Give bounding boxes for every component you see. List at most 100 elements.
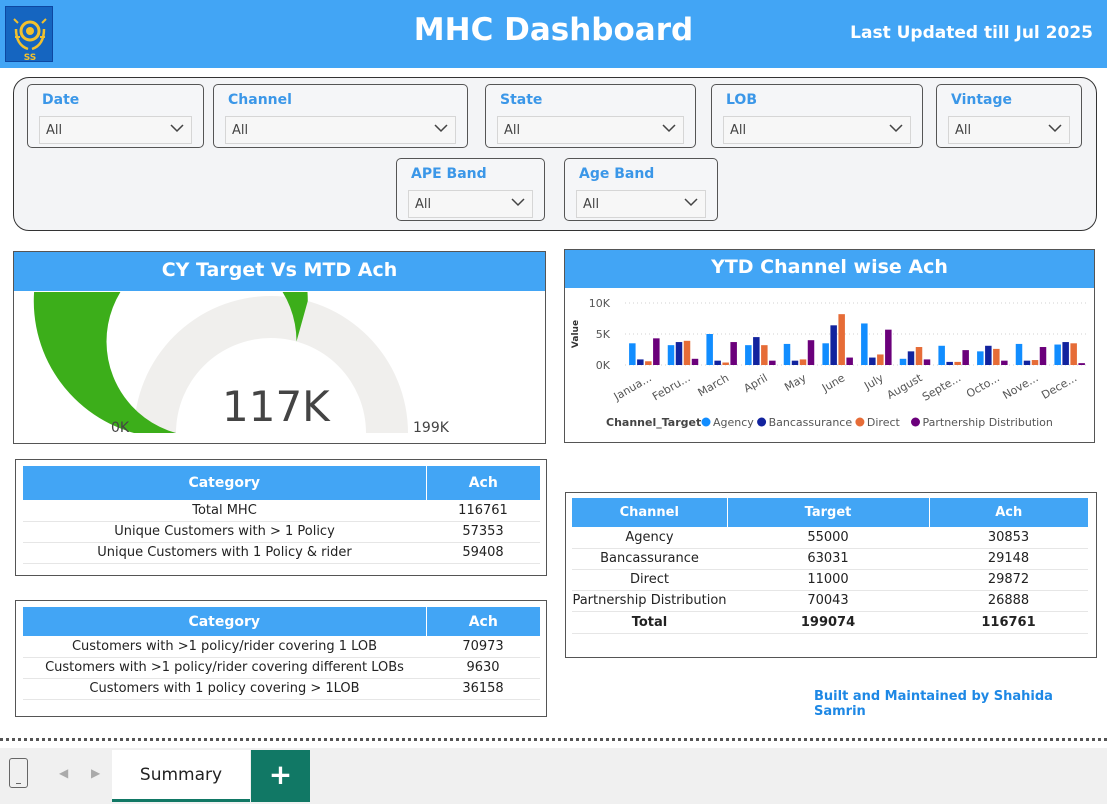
bar-partnership-distribution [1039, 347, 1047, 365]
table-row[interactable]: Agency 55000 30853 [572, 527, 1088, 549]
column-header-ach[interactable]: Ach [426, 607, 540, 636]
x-tick-label: Febru... [650, 371, 692, 403]
date-dropdown[interactable]: All [39, 116, 192, 144]
state-dropdown[interactable]: All [497, 116, 684, 144]
table-cell: Total MHC [23, 500, 426, 522]
bar-partnership-distribution [1001, 360, 1008, 365]
bar-bancassurance [675, 342, 683, 365]
slicer-value: All [583, 197, 600, 212]
bar-direct [645, 361, 652, 365]
total-row[interactable]: Total 199074 116761 [572, 610, 1088, 634]
table-cell: Partnership Distribution [572, 590, 727, 612]
y-axis-label: Value [571, 320, 581, 348]
age-band-dropdown[interactable]: All [576, 190, 706, 218]
add-page-button[interactable]: + [251, 750, 310, 802]
bar-bancassurance [830, 325, 837, 365]
footer-divider [0, 738, 1107, 741]
table-cell: 29148 [929, 548, 1088, 570]
bar-partnership-distribution [1078, 363, 1085, 365]
table-row[interactable]: Unique Customers with 1 Policy & rider 59… [23, 542, 540, 564]
slicer-state: State All [485, 84, 696, 148]
slicer-value: All [504, 123, 521, 138]
table-row[interactable]: Customers with 1 policy covering > 1LOB 3… [23, 678, 540, 700]
ape-band-dropdown[interactable]: All [408, 190, 533, 218]
bar-agency [745, 345, 752, 365]
x-tick-label: Nove... [1000, 371, 1040, 402]
x-tick-label: Dece... [1039, 371, 1079, 402]
bar-bancassurance [1023, 360, 1031, 365]
column-header-channel[interactable]: Channel [572, 498, 728, 527]
table-cell: 11000 [727, 569, 929, 591]
bar-agency [861, 323, 868, 365]
slicer-label-channel: Channel [228, 92, 292, 108]
legend-marker [757, 417, 767, 427]
bar-agency [706, 334, 713, 365]
legend-label: Agency [713, 416, 754, 429]
channel-dropdown[interactable]: All [225, 116, 456, 144]
legend-label: Bancassurance [769, 416, 853, 429]
bar-bancassurance [753, 337, 760, 365]
table-cell: 9630 [426, 657, 540, 679]
column-header-category[interactable]: Category [23, 607, 427, 636]
tab-summary[interactable]: Summary [112, 750, 250, 802]
bar-agency [822, 343, 829, 365]
lob-dropdown[interactable]: All [723, 116, 911, 144]
column-header-ach[interactable]: Ach [426, 466, 540, 500]
bar-partnership-distribution [885, 329, 892, 365]
table-row[interactable]: Partnership Distribution 70043 26888 [572, 590, 1088, 612]
table-cell: 29872 [929, 569, 1088, 591]
gauge-title: CY Target Vs MTD Ach [14, 252, 545, 291]
mobile-layout-icon[interactable] [9, 758, 28, 788]
bar-partnership-distribution [923, 359, 931, 365]
table1-card: Category Ach Total MHC 116761 Unique Custo… [15, 459, 547, 576]
total-cell: Total [572, 610, 727, 634]
bar-bancassurance [985, 345, 992, 365]
slicer-value: All [415, 197, 432, 212]
bar-partnership-distribution [653, 338, 660, 365]
column-header-category[interactable]: Category [23, 466, 427, 500]
table-row[interactable]: Customers with >1 policy/rider covering … [23, 657, 540, 679]
table-cell: Unique Customers with > 1 Policy [23, 521, 426, 543]
channel-table: Channel Target Ach Agency 55000 30853 Banca… [572, 498, 1088, 634]
table-cell: Direct [572, 569, 727, 591]
table-cell: Customers with 1 policy covering > 1LOB [23, 678, 426, 700]
bar-direct [683, 340, 691, 365]
category-table-1: Category Ach Total MHC 116761 Unique Custo… [23, 466, 540, 564]
slicer-label-age-band: Age Band [579, 166, 655, 182]
bar-partnership-distribution [730, 342, 737, 365]
table-row[interactable]: Total MHC 116761 [23, 500, 540, 522]
legend-marker [701, 417, 711, 427]
column-header-ach[interactable]: Ach [929, 498, 1088, 527]
vintage-dropdown[interactable]: All [948, 116, 1070, 144]
bar-direct [993, 348, 1000, 365]
column-header-target[interactable]: Target [727, 498, 930, 527]
svg-text:SS: SS [24, 53, 37, 63]
table-row[interactable]: Customers with >1 policy/rider covering … [23, 636, 540, 658]
total-cell: 199074 [727, 610, 929, 634]
channel-bar-chart[interactable]: 0K 5K 10K Value Janua...Febru... March April Ma… [565, 288, 1094, 442]
y-tick-label: 5K [596, 328, 611, 341]
table2-card: Category Ach Customers with >1 policy/ri… [15, 600, 547, 717]
bar-bancassurance [1062, 342, 1069, 365]
channel-table-card: Channel Target Ach Agency 55000 30853 Banca… [565, 492, 1097, 658]
x-tick-label: July [861, 371, 886, 393]
chevron-down-icon [434, 124, 448, 133]
table-cell: Bancassurance [572, 548, 727, 570]
table-cell: Agency [572, 527, 727, 549]
bar-direct [954, 361, 961, 365]
bar-direct [877, 354, 884, 365]
bar-direct [915, 347, 923, 365]
chevron-right-icon[interactable]: ▶ [91, 766, 100, 780]
bar-bancassurance [907, 351, 915, 365]
bar-agency [1054, 344, 1061, 365]
slicer-lob: LOB All [711, 84, 923, 148]
credit-text: Built and Maintained by Shahida Samrin [814, 689, 1053, 719]
table-row[interactable]: Bancassurance 63031 29148 [572, 548, 1088, 570]
x-tick-label: Janua... [611, 371, 654, 403]
chevron-left-icon[interactable]: ◀ [59, 766, 68, 780]
legend-title: Channel_Target [606, 416, 701, 429]
table-row[interactable]: Unique Customers with > 1 Policy 57353 [23, 521, 540, 543]
bar-agency [899, 358, 907, 365]
table-row[interactable]: Direct 11000 29872 [572, 569, 1088, 591]
bar-direct [1031, 360, 1039, 365]
